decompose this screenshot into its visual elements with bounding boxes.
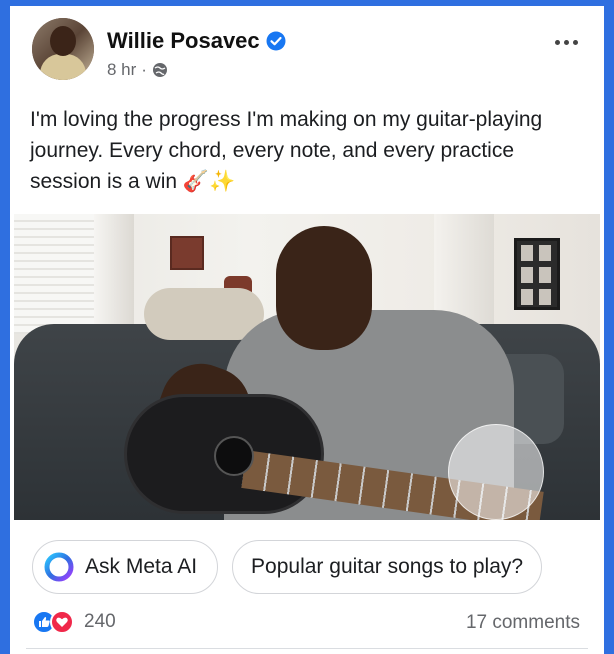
author-name[interactable]: Willie Posavec [107, 28, 260, 54]
photo-wall-frame [514, 238, 560, 310]
love-icon [50, 610, 74, 634]
post-photo[interactable] [14, 214, 600, 520]
reaction-count: 240 [84, 611, 116, 632]
reaction-summary[interactable]: 240 [32, 610, 116, 634]
post-meta: 8 hr · [107, 60, 168, 80]
meta-separator: · [141, 60, 147, 79]
suggestion-chips: Ask Meta AI Popular guitar songs to play… [32, 540, 543, 594]
frame-photo [539, 267, 551, 283]
author-avatar[interactable] [32, 18, 94, 80]
comments-count-link[interactable]: 17 comments [466, 612, 580, 634]
post-header: Willie Posavec 8 hr · [10, 6, 604, 94]
frame-photo [521, 289, 533, 305]
post-time[interactable]: 8 hr [107, 60, 136, 80]
photo-window [14, 214, 94, 334]
post-text: I'm loving the progress I'm making on my… [30, 108, 543, 193]
suggested-question-label: Popular guitar songs to play? [251, 555, 524, 578]
post-footer: 240 17 comments [10, 600, 604, 654]
footer-divider [26, 648, 588, 649]
ask-meta-ai-button[interactable]: Ask Meta AI [32, 540, 219, 594]
photo-cushion [144, 288, 264, 340]
avatar-figure-head [50, 26, 76, 56]
avatar-figure-body [40, 54, 86, 80]
photo-wall-shelf [170, 236, 204, 270]
more-dot [555, 40, 560, 45]
author-name-row: Willie Posavec [107, 28, 286, 54]
suggested-question-button[interactable]: Popular guitar songs to play? [232, 540, 543, 594]
touch-indicator [448, 424, 544, 520]
more-options-icon[interactable] [555, 40, 578, 45]
post-card: Willie Posavec 8 hr · I'm loving the pro… [10, 6, 604, 654]
meta-ai-icon [44, 552, 74, 582]
more-dot [564, 40, 569, 45]
frame-photo [521, 267, 533, 283]
verified-badge-icon [266, 31, 286, 51]
photo-man-head [276, 226, 372, 350]
globe-icon[interactable] [152, 62, 168, 78]
frame-photo [539, 289, 551, 305]
frame-photo [521, 245, 533, 261]
more-dot [573, 40, 578, 45]
frame-photo [539, 245, 551, 261]
photo-guitar-soundhole [214, 436, 254, 476]
ask-meta-ai-label: Ask Meta AI [85, 555, 198, 578]
